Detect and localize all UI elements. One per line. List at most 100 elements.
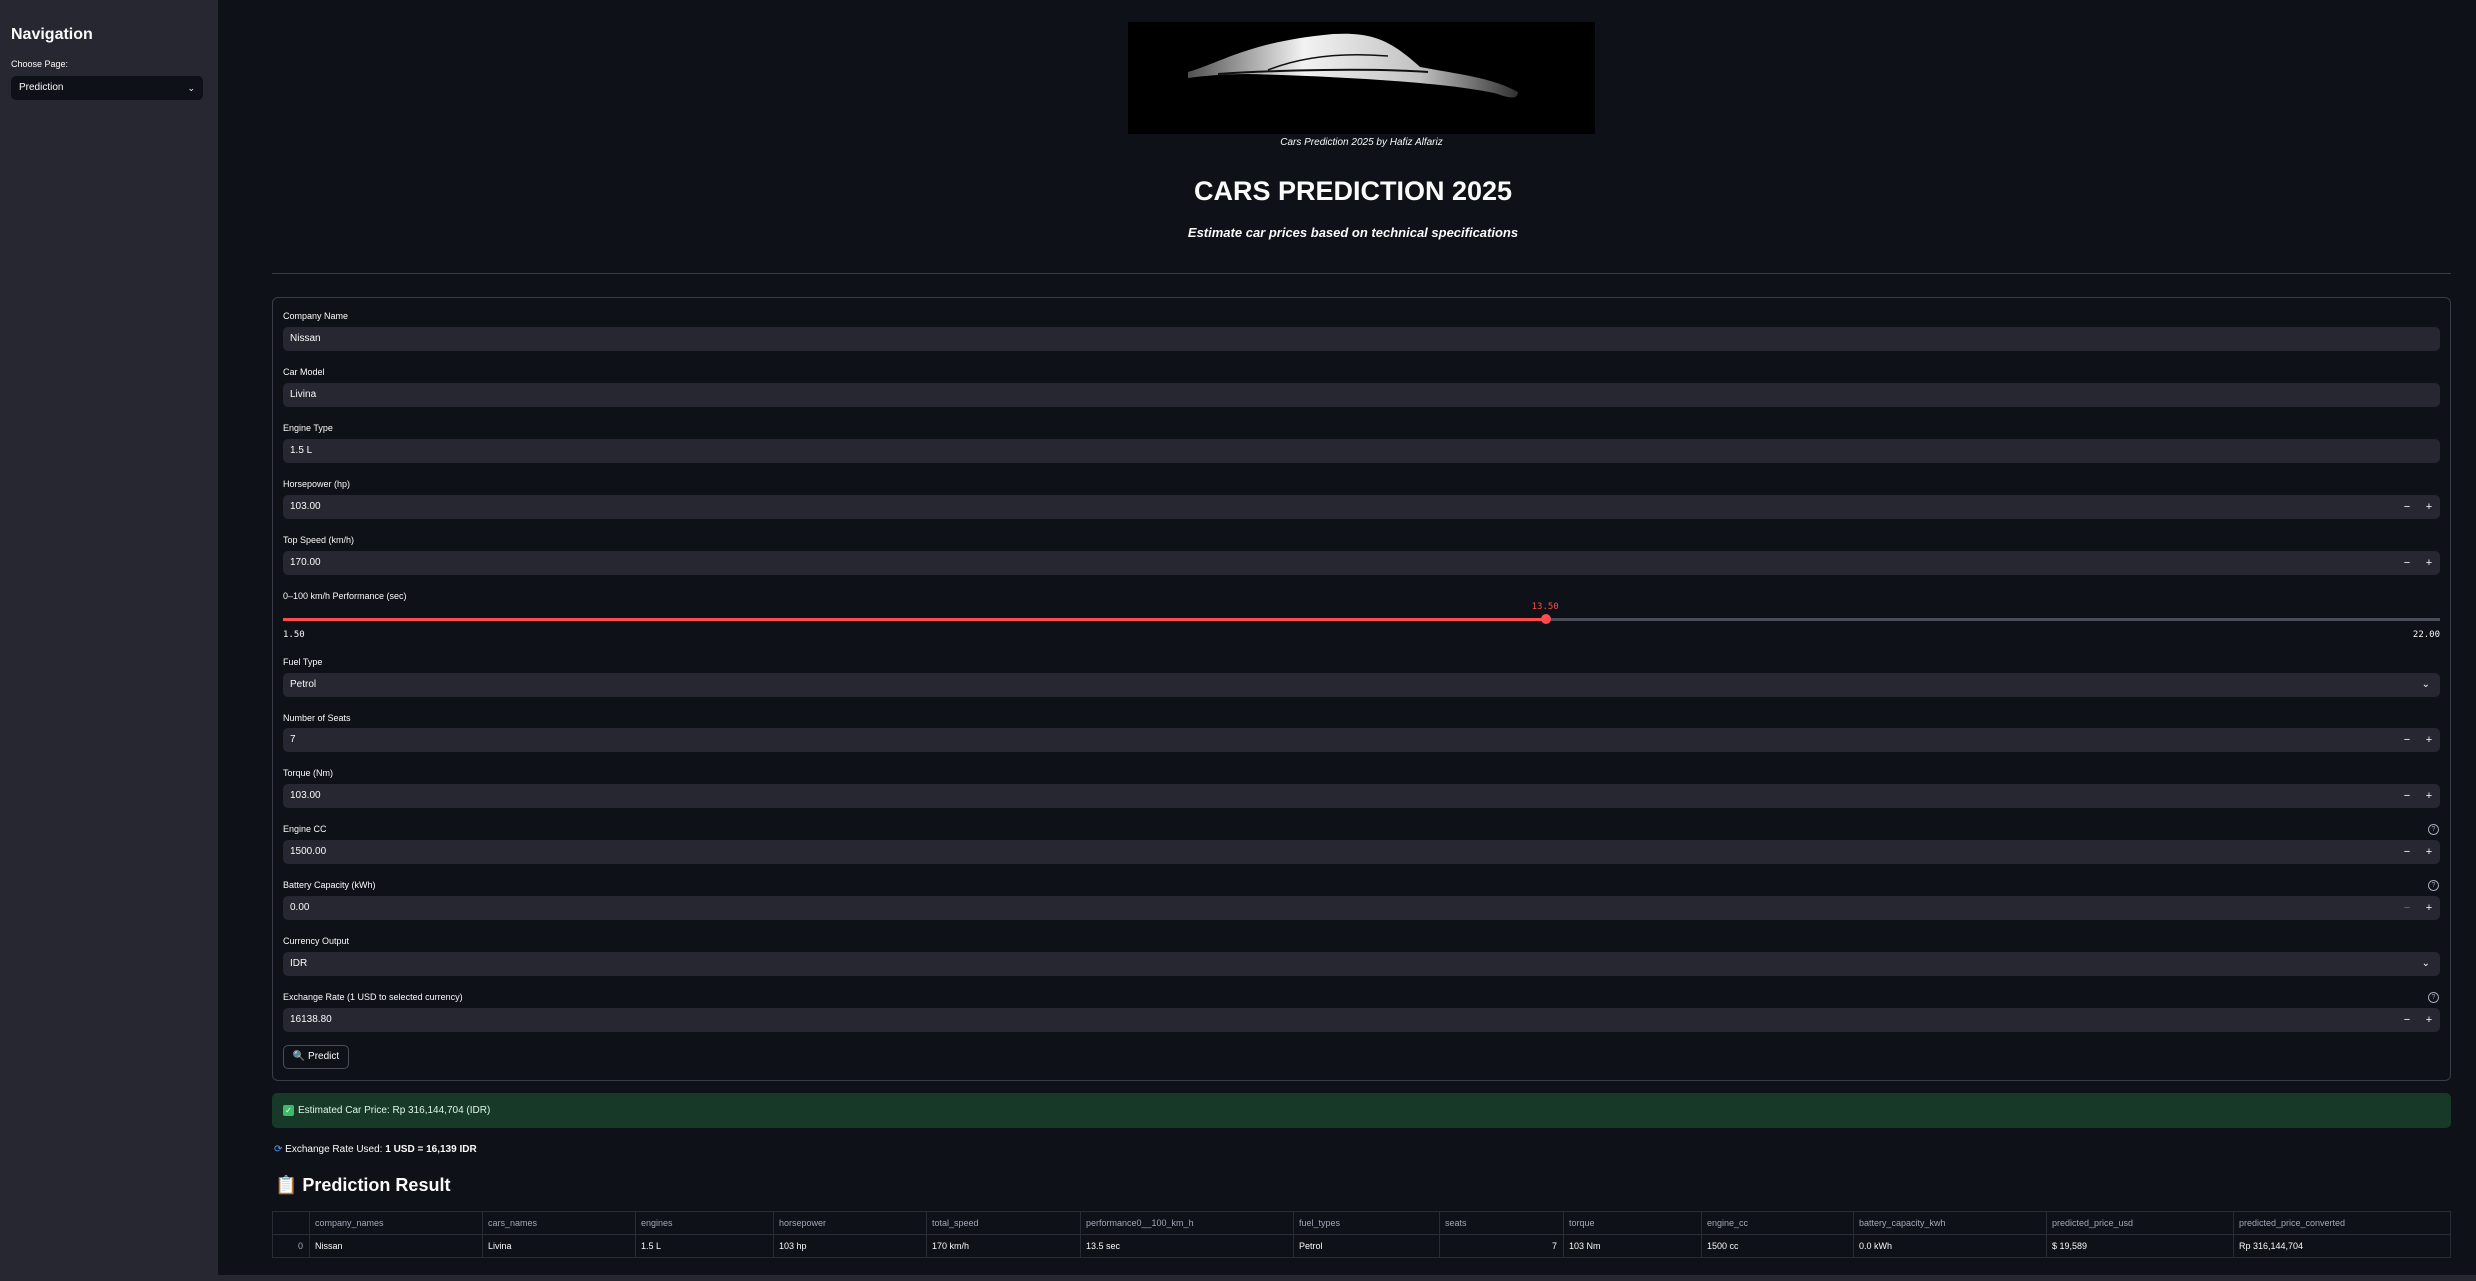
seats-decrement-button[interactable]: − xyxy=(2396,728,2418,752)
company-name-input[interactable]: Nissan xyxy=(283,327,2440,351)
predict-button[interactable]: 🔍 Predict xyxy=(283,1045,349,1069)
company-name-label: Company Name xyxy=(283,311,349,321)
exchange-rate-input[interactable]: 16138.80 − + xyxy=(283,1008,2440,1032)
horsepower-value: 103.00 xyxy=(290,501,321,512)
table-cell[interactable]: Livina xyxy=(482,1235,635,1258)
table-cell[interactable]: $ 19,589 xyxy=(2046,1235,2233,1258)
table-cell[interactable]: 13.5 sec xyxy=(1080,1235,1293,1258)
table-header-cell[interactable]: performance0__100_km_h xyxy=(1080,1212,1293,1235)
page-title: CARS PREDICTION 2025 xyxy=(1193,176,1513,206)
battery-capacity-input[interactable]: 0.00 − + xyxy=(283,896,2440,920)
performance-slider[interactable]: 13.50 xyxy=(283,602,2440,624)
torque-decrement-button[interactable]: − xyxy=(2396,784,2418,808)
table-header-cell[interactable]: cars_names xyxy=(482,1212,635,1235)
exchange-rate-value: 16138.80 xyxy=(290,1014,332,1025)
car-model-value: Livina xyxy=(290,389,317,400)
top-speed-decrement-button[interactable]: − xyxy=(2396,551,2418,575)
page-select[interactable]: Prediction ⌄ xyxy=(11,76,203,100)
table-header-cell[interactable]: seats xyxy=(1439,1212,1563,1235)
torque-label: Torque (Nm) xyxy=(283,768,334,778)
table-cell[interactable]: 0.0 kWh xyxy=(1853,1235,2046,1258)
table-header-cell[interactable]: engines xyxy=(635,1212,773,1235)
currency-output-select[interactable]: IDR ⌄ xyxy=(283,952,2440,976)
table-header-row: company_names cars_names engines horsepower… xyxy=(273,1212,2450,1235)
sidebar-title: Navigation xyxy=(11,26,93,43)
table-header-cell[interactable]: fuel_types xyxy=(1293,1212,1439,1235)
performance-slider-min: 1.50 xyxy=(283,630,305,640)
company-name-value: Nissan xyxy=(290,333,321,344)
engine-type-input[interactable]: 1.5 L xyxy=(283,439,2440,463)
chevron-down-icon: ⌄ xyxy=(187,83,195,93)
engine-type-value: 1.5 L xyxy=(290,445,313,456)
torque-increment-button[interactable]: + xyxy=(2418,784,2440,808)
prediction-result-table[interactable]: company_names cars_names engines horsepower… xyxy=(272,1211,2451,1258)
performance-slider-value: 13.50 xyxy=(1531,602,1559,612)
battery-capacity-decrement-button[interactable]: − xyxy=(2396,896,2418,920)
exchange-rate-decrement-button[interactable]: − xyxy=(2396,1008,2418,1032)
table-cell[interactable]: 0 xyxy=(273,1235,309,1258)
currency-output-value: IDR xyxy=(290,958,308,969)
engine-cc-label: Engine CC xyxy=(283,824,327,834)
engine-type-label: Engine Type xyxy=(283,423,333,433)
divider xyxy=(272,273,2451,274)
fuel-type-value: Petrol xyxy=(290,679,317,690)
exchange-rate-label: Exchange Rate (1 USD to selected currenc… xyxy=(283,992,463,1002)
table-header-cell[interactable]: battery_capacity_kwh xyxy=(1853,1212,2046,1235)
chevron-down-icon: ⌄ xyxy=(2421,958,2430,969)
table-header-cell[interactable]: engine_cc xyxy=(1701,1212,1853,1235)
banner-caption: Cars Prediction 2025 by Hafiz Alfariz xyxy=(1280,137,1443,148)
table-header-cell[interactable]: predicted_price_usd xyxy=(2046,1212,2233,1235)
battery-capacity-increment-button[interactable]: + xyxy=(2418,896,2440,920)
performance-slider-fill xyxy=(283,618,1546,621)
seats-label: Number of Seats xyxy=(283,713,351,723)
engine-cc-decrement-button[interactable]: − xyxy=(2396,840,2418,864)
table-cell[interactable]: 7 xyxy=(1439,1235,1563,1258)
table-cell[interactable]: Nissan xyxy=(309,1235,482,1258)
refresh-icon: ⟳ xyxy=(274,1144,283,1155)
table-cell[interactable]: 170 km/h xyxy=(926,1235,1080,1258)
top-speed-input[interactable]: 170.00 − + xyxy=(283,551,2440,575)
horsepower-input[interactable]: 103.00 − + xyxy=(283,495,2440,519)
table-cell[interactable]: 1.5 L xyxy=(635,1235,773,1258)
horsepower-decrement-button[interactable]: − xyxy=(2396,495,2418,519)
top-speed-value: 170.00 xyxy=(290,557,321,568)
performance-label: 0–100 km/h Performance (sec) xyxy=(283,591,407,601)
page-select-value: Prediction xyxy=(19,82,64,93)
table-header-cell[interactable]: total_speed xyxy=(926,1212,1080,1235)
engine-cc-input[interactable]: 1500.00 − + xyxy=(283,840,2440,864)
table-cell[interactable]: 1500 cc xyxy=(1701,1235,1853,1258)
table-cell[interactable]: 103 hp xyxy=(773,1235,926,1258)
sidebar: Navigation Choose Page: Prediction ⌄ xyxy=(0,0,218,1281)
top-speed-increment-button[interactable]: + xyxy=(2418,551,2440,575)
check-icon: ✓ xyxy=(283,1104,294,1116)
prediction-result-heading: 📋 Prediction Result xyxy=(275,1175,451,1195)
table-header-cell[interactable]: horsepower xyxy=(773,1212,926,1235)
table-cell[interactable]: Rp 316,144,704 xyxy=(2233,1235,2452,1258)
seats-increment-button[interactable]: + xyxy=(2418,728,2440,752)
seats-value: 7 xyxy=(290,734,296,745)
exchange-rate-help-icon[interactable]: ? xyxy=(2428,992,2439,1003)
table-header-cell[interactable]: torque xyxy=(1563,1212,1701,1235)
top-speed-label: Top Speed (km/h) xyxy=(283,535,355,545)
car-banner-image xyxy=(1128,22,1595,134)
torque-input[interactable]: 103.00 − + xyxy=(283,784,2440,808)
fuel-type-select[interactable]: Petrol ⌄ xyxy=(283,673,2440,697)
table-header-cell[interactable]: company_names xyxy=(309,1212,482,1235)
seats-input[interactable]: 7 − + xyxy=(283,728,2440,752)
performance-slider-thumb[interactable] xyxy=(1540,614,1551,624)
table-header-cell[interactable]: predicted_price_converted xyxy=(2233,1212,2452,1235)
table-cell[interactable]: Petrol xyxy=(1293,1235,1439,1258)
page-subtitle: Estimate car prices based on technical s… xyxy=(1187,225,1519,240)
table-row[interactable]: 0 Nissan Livina 1.5 L 103 hp 170 km/h 13.5 sec… xyxy=(273,1235,2450,1258)
table-cell[interactable]: 103 Nm xyxy=(1563,1235,1701,1258)
battery-capacity-label: Battery Capacity (kWh) xyxy=(283,880,376,890)
exchange-rate-increment-button[interactable]: + xyxy=(2418,1008,2440,1032)
table-header-cell[interactable] xyxy=(273,1212,309,1235)
chevron-down-icon: ⌄ xyxy=(2421,679,2430,690)
engine-cc-help-icon[interactable]: ? xyxy=(2428,824,2439,835)
horsepower-increment-button[interactable]: + xyxy=(2418,495,2440,519)
battery-capacity-help-icon[interactable]: ? xyxy=(2428,880,2439,891)
battery-capacity-value: 0.00 xyxy=(290,902,310,913)
engine-cc-increment-button[interactable]: + xyxy=(2418,840,2440,864)
car-model-input[interactable]: Livina xyxy=(283,383,2440,407)
